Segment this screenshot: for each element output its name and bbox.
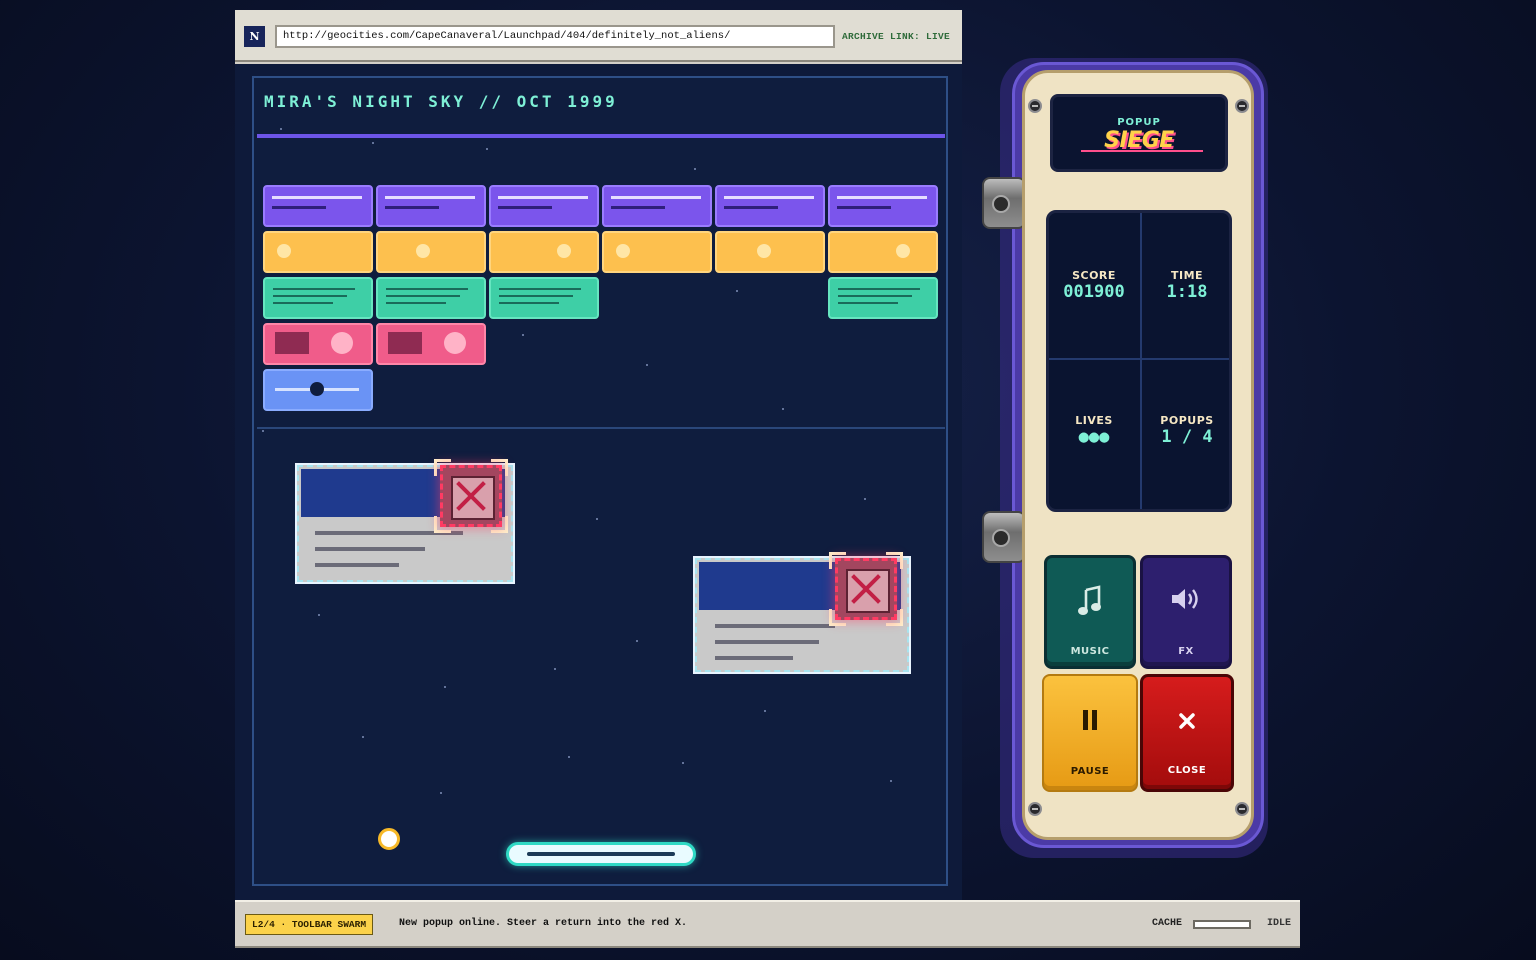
moon-icon [848,104,902,168]
favicon: N [244,26,265,47]
pause-label: PAUSE [1070,766,1110,777]
close-button[interactable]: CLOSE [1140,674,1234,792]
score-label: SCORE [1072,269,1116,282]
cache-label: CACHE [1152,918,1183,929]
star [682,762,684,764]
star [646,364,648,366]
star [262,430,264,432]
star [694,168,696,170]
brick-blue-slider [263,369,373,411]
star [444,686,446,688]
brick-yellow [489,231,599,273]
brick-purple [715,185,825,227]
brick-purple [602,185,712,227]
brick-yellow [263,231,373,273]
pause-button[interactable]: PAUSE [1042,674,1138,792]
logo-subtitle: POPUP [1117,117,1161,128]
ball [378,828,400,850]
star [362,736,364,738]
brick-teal [828,277,938,319]
star [890,780,892,782]
brick-purple [376,185,486,227]
star [568,756,570,758]
star [372,142,374,144]
brick-purple [828,185,938,227]
lives-value: ●●● [1078,427,1110,447]
browser-viewport: MIRA'S NIGHT SKY // OCT 1999 [235,64,962,900]
time-value: 1:18 [1166,282,1208,302]
brick-teal [263,277,373,319]
brick-yellow [828,231,938,273]
star [318,614,320,616]
connection-state: IDLE [1267,918,1292,929]
pause-icon [1044,708,1136,736]
star [736,290,738,292]
page-title: MIRA'S NIGHT SKY // OCT 1999 [264,92,618,111]
score-cell: SCORE 001900 [1049,213,1139,359]
screw-icon [1235,802,1249,816]
brick-zone-divider [257,427,945,429]
popup-close-target[interactable] [829,552,903,626]
close-icon [1143,711,1231,735]
popup-close-target[interactable] [434,459,508,533]
time-label: TIME [1170,269,1204,282]
star [764,710,766,712]
console-hinge [982,511,1026,563]
time-cell: TIME 1:18 [1142,213,1229,359]
music-label: MUSIC [1070,646,1110,657]
screw-icon [1235,99,1249,113]
brick-yellow [602,231,712,273]
close-x-icon [451,476,495,520]
brick-pink [376,323,486,365]
brick-teal [489,277,599,319]
browser-window: N http://geocities.com/CapeCanaveral/Lau… [235,10,962,900]
level-badge: L2/4 · TOOLBAR SWARM [245,914,374,935]
console-hinge [982,177,1026,229]
fx-label: FX [1178,646,1194,657]
lives-label: LIVES [1075,414,1113,427]
game-playfield: MIRA'S NIGHT SKY // OCT 1999 [252,76,948,886]
stats-panel: SCORE 001900 TIME 1:18 LIVES ●●● POPUPS … [1046,210,1232,512]
star [486,148,488,150]
star [554,668,556,670]
brick-purple [263,185,373,227]
screw-icon [1028,802,1042,816]
status-message: New popup online. Steer a return into th… [399,918,688,929]
url-bar[interactable]: http://geocities.com/CapeCanaveral/Launc… [275,25,835,48]
speaker-icon [1143,586,1229,616]
close-x-icon [846,569,890,613]
popups-value: 1 / 4 [1161,427,1213,447]
brick-purple [489,185,599,227]
star [636,640,638,642]
score-value: 001900 [1063,282,1125,302]
star [782,408,784,410]
fx-button[interactable]: FX [1140,555,1232,669]
status-bar: L2/4 · TOOLBAR SWARM New popup online. S… [235,900,1300,948]
star [864,498,866,500]
music-note-icon [1047,584,1133,622]
star [596,518,598,520]
brick-yellow [376,231,486,273]
lives-cell: LIVES ●●● [1049,360,1139,506]
star [280,128,282,130]
star [440,792,442,794]
cache-progress-bar [1193,920,1251,929]
close-label: CLOSE [1167,765,1207,776]
game-logo: POPUP SIEGE [1050,94,1228,172]
brick-yellow [715,231,825,273]
star [522,334,524,336]
brick-teal [376,277,486,319]
brick-pink [263,323,373,365]
music-button[interactable]: MUSIC [1044,555,1136,669]
popups-cell: POPUPS 1 / 4 [1142,360,1229,506]
browser-toolbar: N http://geocities.com/CapeCanaveral/Lau… [235,10,962,62]
popups-label: POPUPS [1160,414,1214,427]
screw-icon [1028,99,1042,113]
paddle[interactable] [506,842,696,866]
archive-link-status[interactable]: ARCHIVE LINK: LIVE [842,31,950,42]
